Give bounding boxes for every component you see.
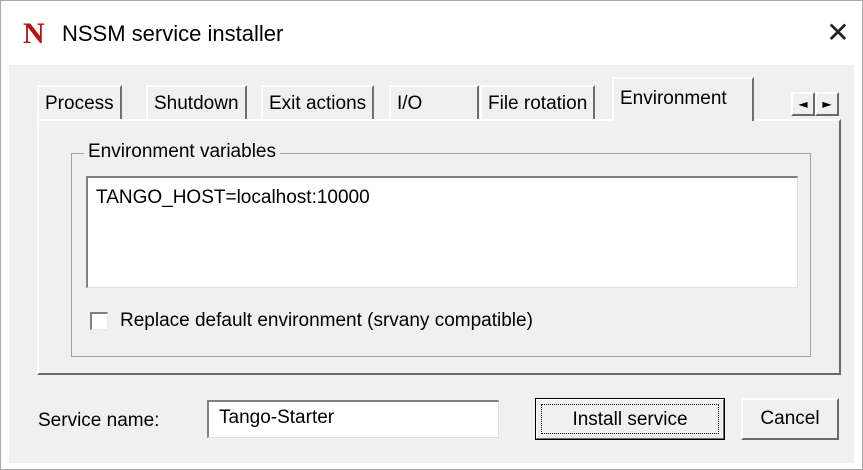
environment-variables-group-label: Environment variables bbox=[84, 140, 280, 164]
environment-tab-panel: Environment variables TANGO_HOST=localho… bbox=[37, 119, 841, 375]
tab-environment[interactable]: Environment bbox=[612, 77, 754, 121]
tab-shutdown[interactable]: Shutdown bbox=[146, 85, 247, 119]
service-name-input[interactable]: Tango-Starter bbox=[207, 400, 499, 438]
nssm-dialog-window: N NSSM service installer ✕ Process Shutd… bbox=[0, 0, 863, 470]
arrow-left-icon: ◄ bbox=[798, 97, 808, 111]
cancel-button[interactable]: Cancel bbox=[741, 398, 839, 440]
tab-file-rotation[interactable]: File rotation bbox=[480, 85, 596, 119]
tab-scroll-left-button[interactable]: ◄ bbox=[791, 92, 815, 116]
replace-default-environment-checkbox[interactable] bbox=[90, 312, 108, 330]
tab-io[interactable]: I/O bbox=[389, 85, 479, 119]
cancel-label: Cancel bbox=[760, 408, 820, 429]
service-name-label: Service name: bbox=[38, 410, 160, 431]
tab-exit-actions[interactable]: Exit actions bbox=[261, 85, 375, 119]
nssm-app-icon: N bbox=[23, 17, 45, 50]
install-service-button[interactable]: Install service bbox=[535, 398, 725, 440]
tab-process[interactable]: Process bbox=[37, 85, 122, 119]
replace-default-environment-label[interactable]: Replace default environment (srvany comp… bbox=[120, 308, 533, 334]
tab-scroll-right-button[interactable]: ► bbox=[815, 92, 839, 116]
install-service-label: Install service bbox=[541, 404, 719, 434]
environment-variables-group: Environment variables TANGO_HOST=localho… bbox=[71, 140, 811, 357]
close-button[interactable]: ✕ bbox=[818, 13, 858, 53]
environment-variables-textarea[interactable]: TANGO_HOST=localhost:10000 bbox=[86, 176, 798, 288]
arrow-right-icon: ► bbox=[822, 97, 832, 111]
window-title: NSSM service installer bbox=[62, 21, 284, 46]
dialog-client-area: Process Shutdown Exit actions I/O File r… bbox=[9, 65, 854, 463]
title-bar[interactable]: N NSSM service installer ✕ bbox=[1, 1, 862, 65]
